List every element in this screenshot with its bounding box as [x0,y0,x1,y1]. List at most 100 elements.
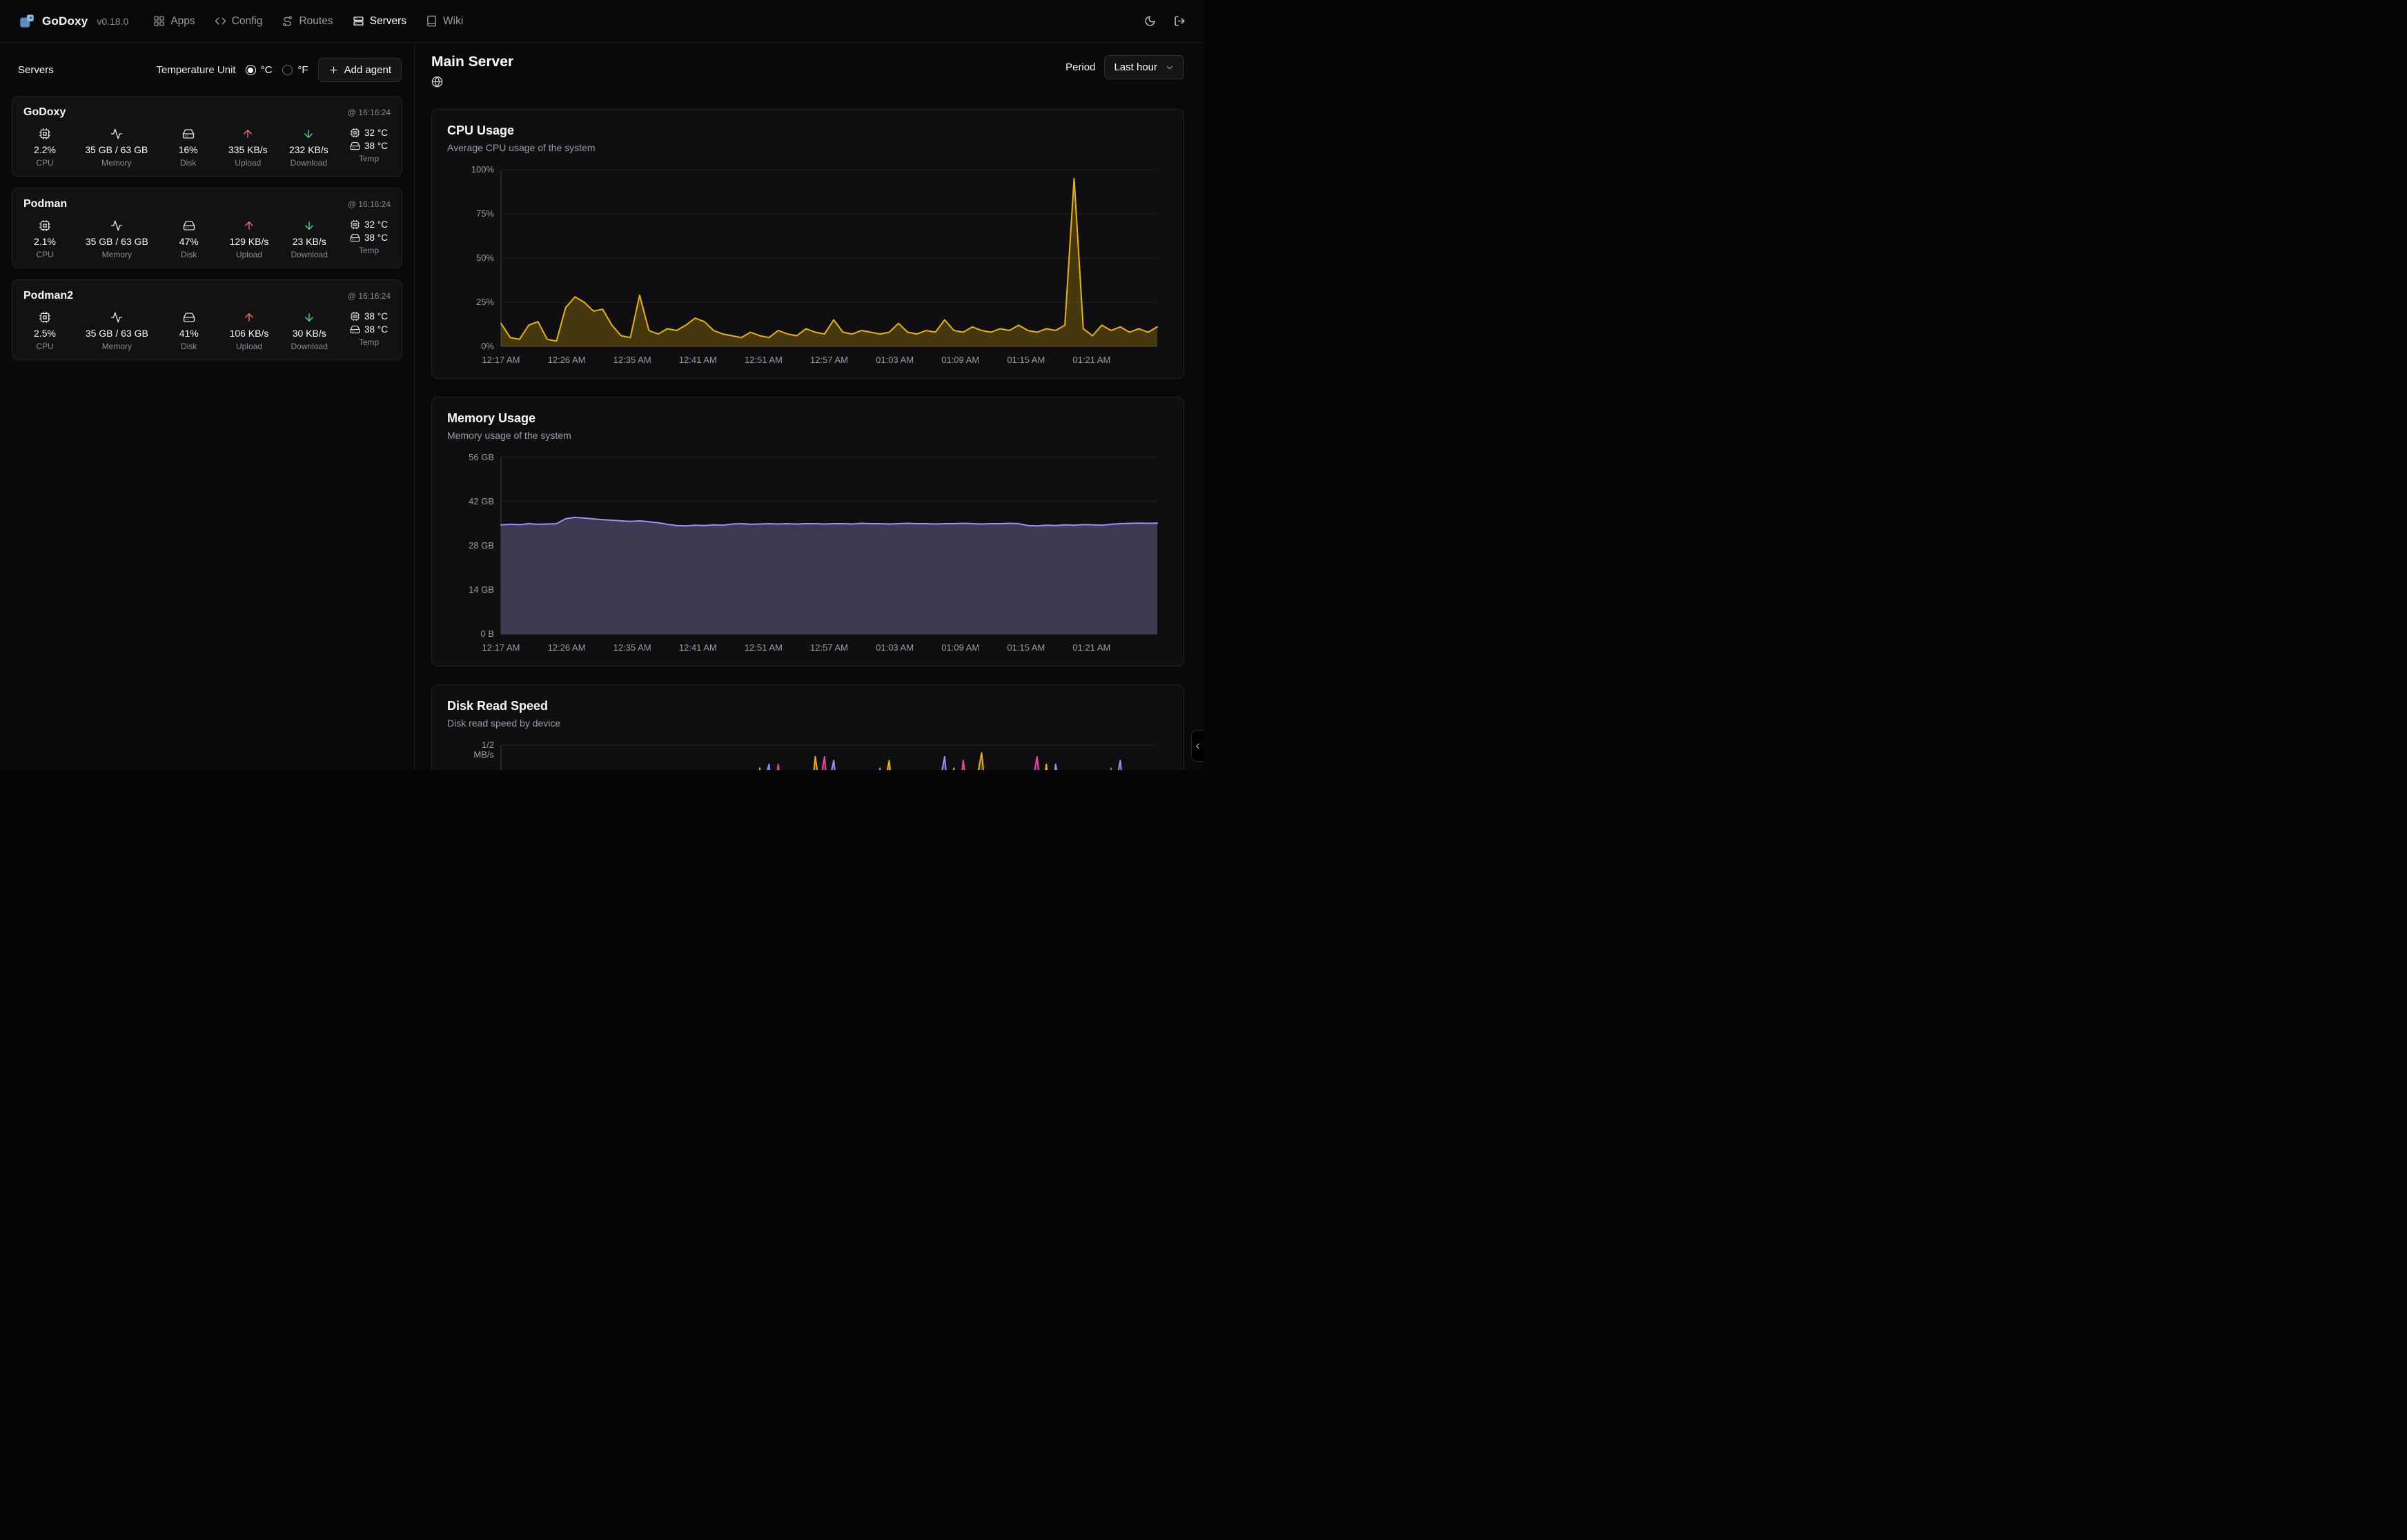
cpu-icon [39,128,51,140]
theme-toggle-moon-icon[interactable] [1144,15,1156,27]
download-stat: 23 KB/s Temp Download [291,219,328,259]
cpu-usage-card: CPU Usage Average CPU usage of the syste… [431,109,1184,379]
radio-fahrenheit-label: °F [297,64,308,76]
cpu-stat: 2.5% CPU [26,311,63,351]
svg-text:28 GB: 28 GB [469,540,494,551]
chevron-down-icon [1165,63,1175,72]
download-stat-label: Download [291,342,328,351]
servers-icon [353,15,364,27]
nav-label: Wiki [443,15,463,28]
nav-label: Servers [370,15,406,28]
svg-text:100%: 100% [471,164,495,175]
period-select[interactable]: Last hour [1104,55,1184,79]
panel-title: Servers [18,64,54,76]
svg-text:12:51 AM: 12:51 AM [745,642,783,653]
server-stats-row: 2.2% CPU 35 GB / 63 GB Memory 16% Disk 3… [23,128,391,168]
svg-text:12:57 AM: 12:57 AM [810,642,848,653]
server-card[interactable]: Podman2 @ 16:16:24 2.5% CPU 35 GB / 63 G… [12,279,402,360]
memory-stat-label: Memory [102,250,132,259]
temperature-stat: 32 °C 38 °C Temp [350,219,388,259]
memory-stat-label: Memory [102,342,132,351]
cpu-temp-value: 32 °C [364,128,388,138]
upload-value: 335 KB/s [228,144,268,155]
panel-collapse-handle[interactable] [1191,730,1204,762]
upload-value: 106 KB/s [230,328,269,339]
svg-text:12:26 AM: 12:26 AM [548,355,586,365]
svg-text:01:15 AM: 01:15 AM [1007,642,1045,653]
version-label: v0.18.0 [97,16,128,27]
disk-read-speed-chart[interactable]: 1/2MB/s [447,738,1168,770]
memory-value: 35 GB / 63 GB [86,328,148,339]
svg-text:01:03 AM: 01:03 AM [876,355,914,365]
upload-stat-label: Upload [235,158,261,168]
cpu-usage-chart[interactable]: 0%25%50%75%100%12:17 AM12:26 AM12:35 AM1… [447,163,1168,370]
hard-drive-icon [183,311,195,324]
page-title: Main Server [431,54,513,70]
nav-item-wiki[interactable]: Wiki [418,10,471,33]
upload-value: 129 KB/s [230,236,269,247]
radio-celsius-control[interactable] [246,65,256,75]
servers-panel: Servers Temperature Unit °C °F Add agent [0,43,415,770]
radio-fahrenheit-control[interactable] [282,65,293,75]
period-value: Last hour [1114,61,1157,73]
nav-item-config[interactable]: Config [207,10,271,33]
disk-stat: 16% Disk [170,128,207,168]
temp-stat-label: Temp [359,154,379,164]
temp-stat-label: Temp [359,337,379,347]
main-nav: Apps Config Routes Servers Wiki [146,10,471,33]
chevron-left-icon [1193,742,1202,751]
nav-item-apps[interactable]: Apps [146,10,202,33]
server-updated-time: @ 16:16:24 [348,199,391,209]
disk-value: 16% [179,144,198,155]
memory-usage-chart[interactable]: 0 B14 GB28 GB42 GB56 GB12:17 AM12:26 AM1… [447,451,1168,658]
disk-temp-value: 38 °C [364,141,388,151]
server-url-link[interactable] [431,76,443,88]
svg-text:12:17 AM: 12:17 AM [482,642,520,653]
server-card-list: GoDoxy @ 16:16:24 2.2% CPU 35 GB / 63 GB… [0,95,414,362]
chart-subtitle: Average CPU usage of the system [447,142,1168,153]
chart-title: Memory Usage [447,411,1168,426]
cpu-value: 2.1% [34,236,56,247]
server-updated-time: @ 16:16:24 [348,108,391,117]
svg-text:25%: 25% [476,297,494,307]
radio-celsius[interactable]: °C [246,64,273,76]
arrow-up-icon [243,311,255,324]
brand-name: GoDoxy [42,14,88,28]
disk-stat: 41% Disk [170,311,208,351]
code-icon [215,15,226,27]
cpu-stat-label: CPU [36,250,53,259]
download-stat-label: Download [291,158,327,168]
server-name: Podman [23,198,67,210]
temperature-unit-radio-group: °C °F [246,64,308,76]
server-card[interactable]: Podman @ 16:16:24 2.1% CPU 35 GB / 63 GB… [12,188,402,268]
cpu-icon [39,311,51,324]
disk-stat-label: Disk [181,342,197,351]
svg-text:75%: 75% [476,208,494,219]
logout-icon[interactable] [1174,15,1186,27]
disk-stat: 47% Disk [170,219,208,259]
disk-temp-icon [350,324,360,335]
cpu-value: 2.2% [34,144,56,155]
add-agent-button[interactable]: Add agent [318,58,402,82]
globe-icon [431,76,443,88]
chart-title: Disk Read Speed [447,699,1168,713]
activity-icon [110,128,123,140]
cpu-stat: 2.2% CPU [26,128,63,168]
nav-item-routes[interactable]: Routes [274,10,340,33]
radio-fahrenheit[interactable]: °F [282,64,308,76]
cpu-stat-label: CPU [36,342,53,351]
period-label: Period [1065,61,1095,73]
download-stat-label: Download [291,250,328,259]
disk-temp-value: 38 °C [364,233,388,243]
cpu-value: 2.5% [34,328,56,339]
memory-stat: 35 GB / 63 GB Memory [86,219,148,259]
route-icon [282,15,293,27]
nav-item-servers[interactable]: Servers [345,10,414,33]
svg-text:01:09 AM: 01:09 AM [941,642,979,653]
svg-text:01:21 AM: 01:21 AM [1072,355,1110,365]
svg-text:12:17 AM: 12:17 AM [482,355,520,365]
server-card[interactable]: GoDoxy @ 16:16:24 2.2% CPU 35 GB / 63 GB… [12,96,402,177]
server-name: GoDoxy [23,106,66,119]
nav-label: Config [232,15,263,28]
svg-text:01:03 AM: 01:03 AM [876,642,914,653]
